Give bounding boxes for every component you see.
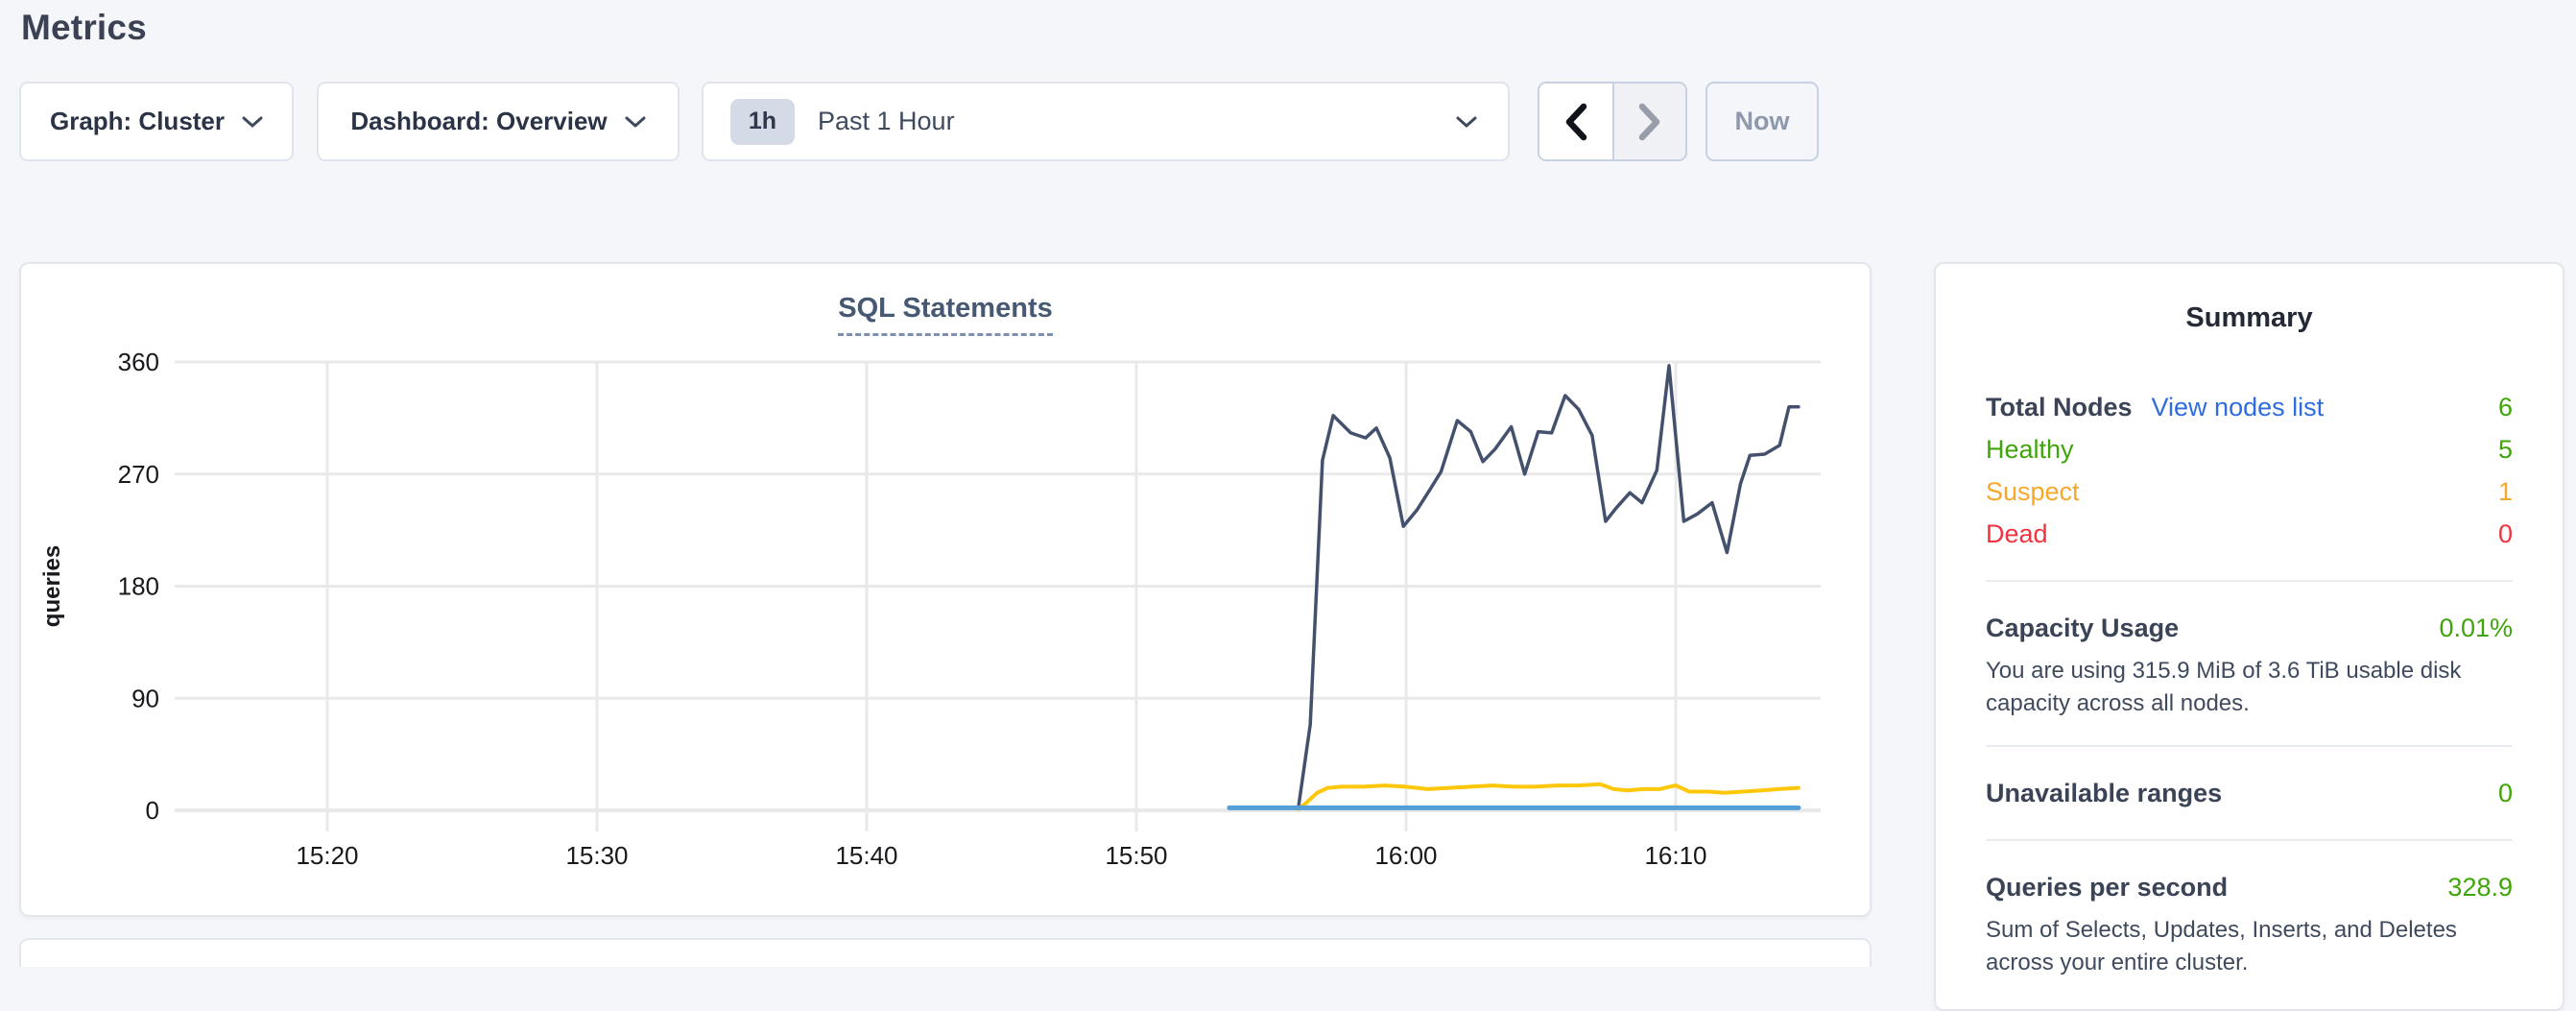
graph-dropdown-label: Graph: Cluster — [50, 107, 225, 136]
chevron-left-icon — [1563, 103, 1588, 141]
next-time-button-disabled[interactable] — [1612, 84, 1685, 159]
chevron-down-icon — [1456, 115, 1477, 129]
y-tick-label: 180 — [118, 572, 159, 601]
chart-card: SQL Statements 0 90 180 270 360 15:20 15:30 15:… — [19, 262, 1872, 917]
divider — [1986, 839, 2513, 841]
dead-label: Dead — [1986, 513, 2048, 555]
x-tick-label: 16:00 — [1374, 841, 1437, 870]
chart-series-2 — [1299, 784, 1799, 809]
summary-rows: Total Nodes View nodes list 6 Healthy 5 … — [1986, 386, 2513, 979]
dashboard-dropdown[interactable]: Dashboard: Overview — [317, 82, 680, 161]
time-range-badge: 1h — [730, 99, 795, 145]
summary-row-qps: Queries per second 328.9 — [1986, 866, 2513, 908]
capacity-usage-label: Capacity Usage — [1986, 607, 2179, 649]
summary-row-capacity: Capacity Usage 0.01% — [1986, 607, 2513, 649]
chart-title[interactable]: SQL Statements — [838, 293, 1052, 336]
y-tick-label: 360 — [118, 348, 159, 376]
chart-title-wrap: SQL Statements — [21, 293, 1870, 336]
graph-dropdown[interactable]: Graph: Cluster — [19, 82, 294, 161]
y-tick-label: 90 — [131, 684, 159, 712]
divider — [1986, 580, 2513, 582]
y-tick-label: 0 — [146, 796, 159, 825]
x-tick-label: 15:50 — [1105, 841, 1167, 870]
view-nodes-link[interactable]: View nodes list — [2152, 386, 2325, 428]
divider — [1986, 745, 2513, 747]
dead-value: 0 — [2498, 513, 2513, 555]
capacity-description: You are using 315.9 MiB of 3.6 TiB usabl… — [1986, 655, 2513, 720]
x-tick-label: 15:40 — [835, 841, 897, 870]
queries-per-second-value: 328.9 — [2447, 866, 2513, 908]
summary-title: Summary — [1986, 302, 2513, 334]
capacity-usage-value: 0.01% — [2439, 607, 2513, 649]
summary-row-dead: Dead 0 — [1986, 513, 2513, 555]
x-tick-label: 15:30 — [565, 841, 628, 870]
summary-row-unavailable-ranges: Unavailable ranges 0 — [1986, 772, 2513, 814]
unavailable-ranges-value: 0 — [2498, 772, 2513, 814]
sql-statements-chart[interactable]: 0 90 180 270 360 15:20 15:30 15:40 15:50 16:00 16:… — [21, 264, 1870, 915]
total-nodes-label: Total Nodes — [1986, 386, 2133, 428]
healthy-value: 5 — [2498, 428, 2513, 470]
time-range-selector[interactable]: 1h Past 1 Hour — [702, 82, 1510, 161]
unavailable-ranges-label: Unavailable ranges — [1986, 772, 2222, 814]
y-tick-label: 270 — [118, 460, 159, 489]
summary-card: Summary Total Nodes View nodes list 6 He… — [1934, 262, 2564, 1011]
queries-per-second-label: Queries per second — [1986, 866, 2228, 908]
now-button[interactable]: Now — [1705, 82, 1819, 161]
summary-row-total-nodes: Total Nodes View nodes list 6 — [1986, 386, 2513, 428]
x-tick-label: 15:20 — [296, 841, 358, 870]
time-range-label: Past 1 Hour — [818, 107, 955, 136]
page-title: Metrics — [0, 0, 2576, 50]
total-nodes-value: 6 — [2498, 386, 2513, 428]
suspect-label: Suspect — [1986, 470, 2080, 513]
prev-time-button[interactable] — [1539, 84, 1612, 159]
qps-description: Sum of Selects, Updates, Inserts, and De… — [1986, 914, 2513, 979]
suspect-value: 1 — [2498, 470, 2513, 513]
x-tick-label: 16:10 — [1644, 841, 1706, 870]
dashboard-dropdown-label: Dashboard: Overview — [350, 107, 607, 136]
chevron-down-icon — [242, 115, 263, 129]
chevron-down-icon — [625, 115, 646, 129]
time-step-buttons — [1538, 82, 1687, 161]
next-chart-card-sliver — [19, 938, 1872, 967]
y-axis-label: queries — [39, 545, 65, 627]
summary-row-healthy: Healthy 5 — [1986, 428, 2513, 470]
controls-bar: Graph: Cluster Dashboard: Overview 1h Pa… — [19, 82, 1819, 161]
chevron-right-icon — [1637, 103, 1662, 141]
summary-row-suspect: Suspect 1 — [1986, 470, 2513, 513]
healthy-label: Healthy — [1986, 428, 2074, 470]
